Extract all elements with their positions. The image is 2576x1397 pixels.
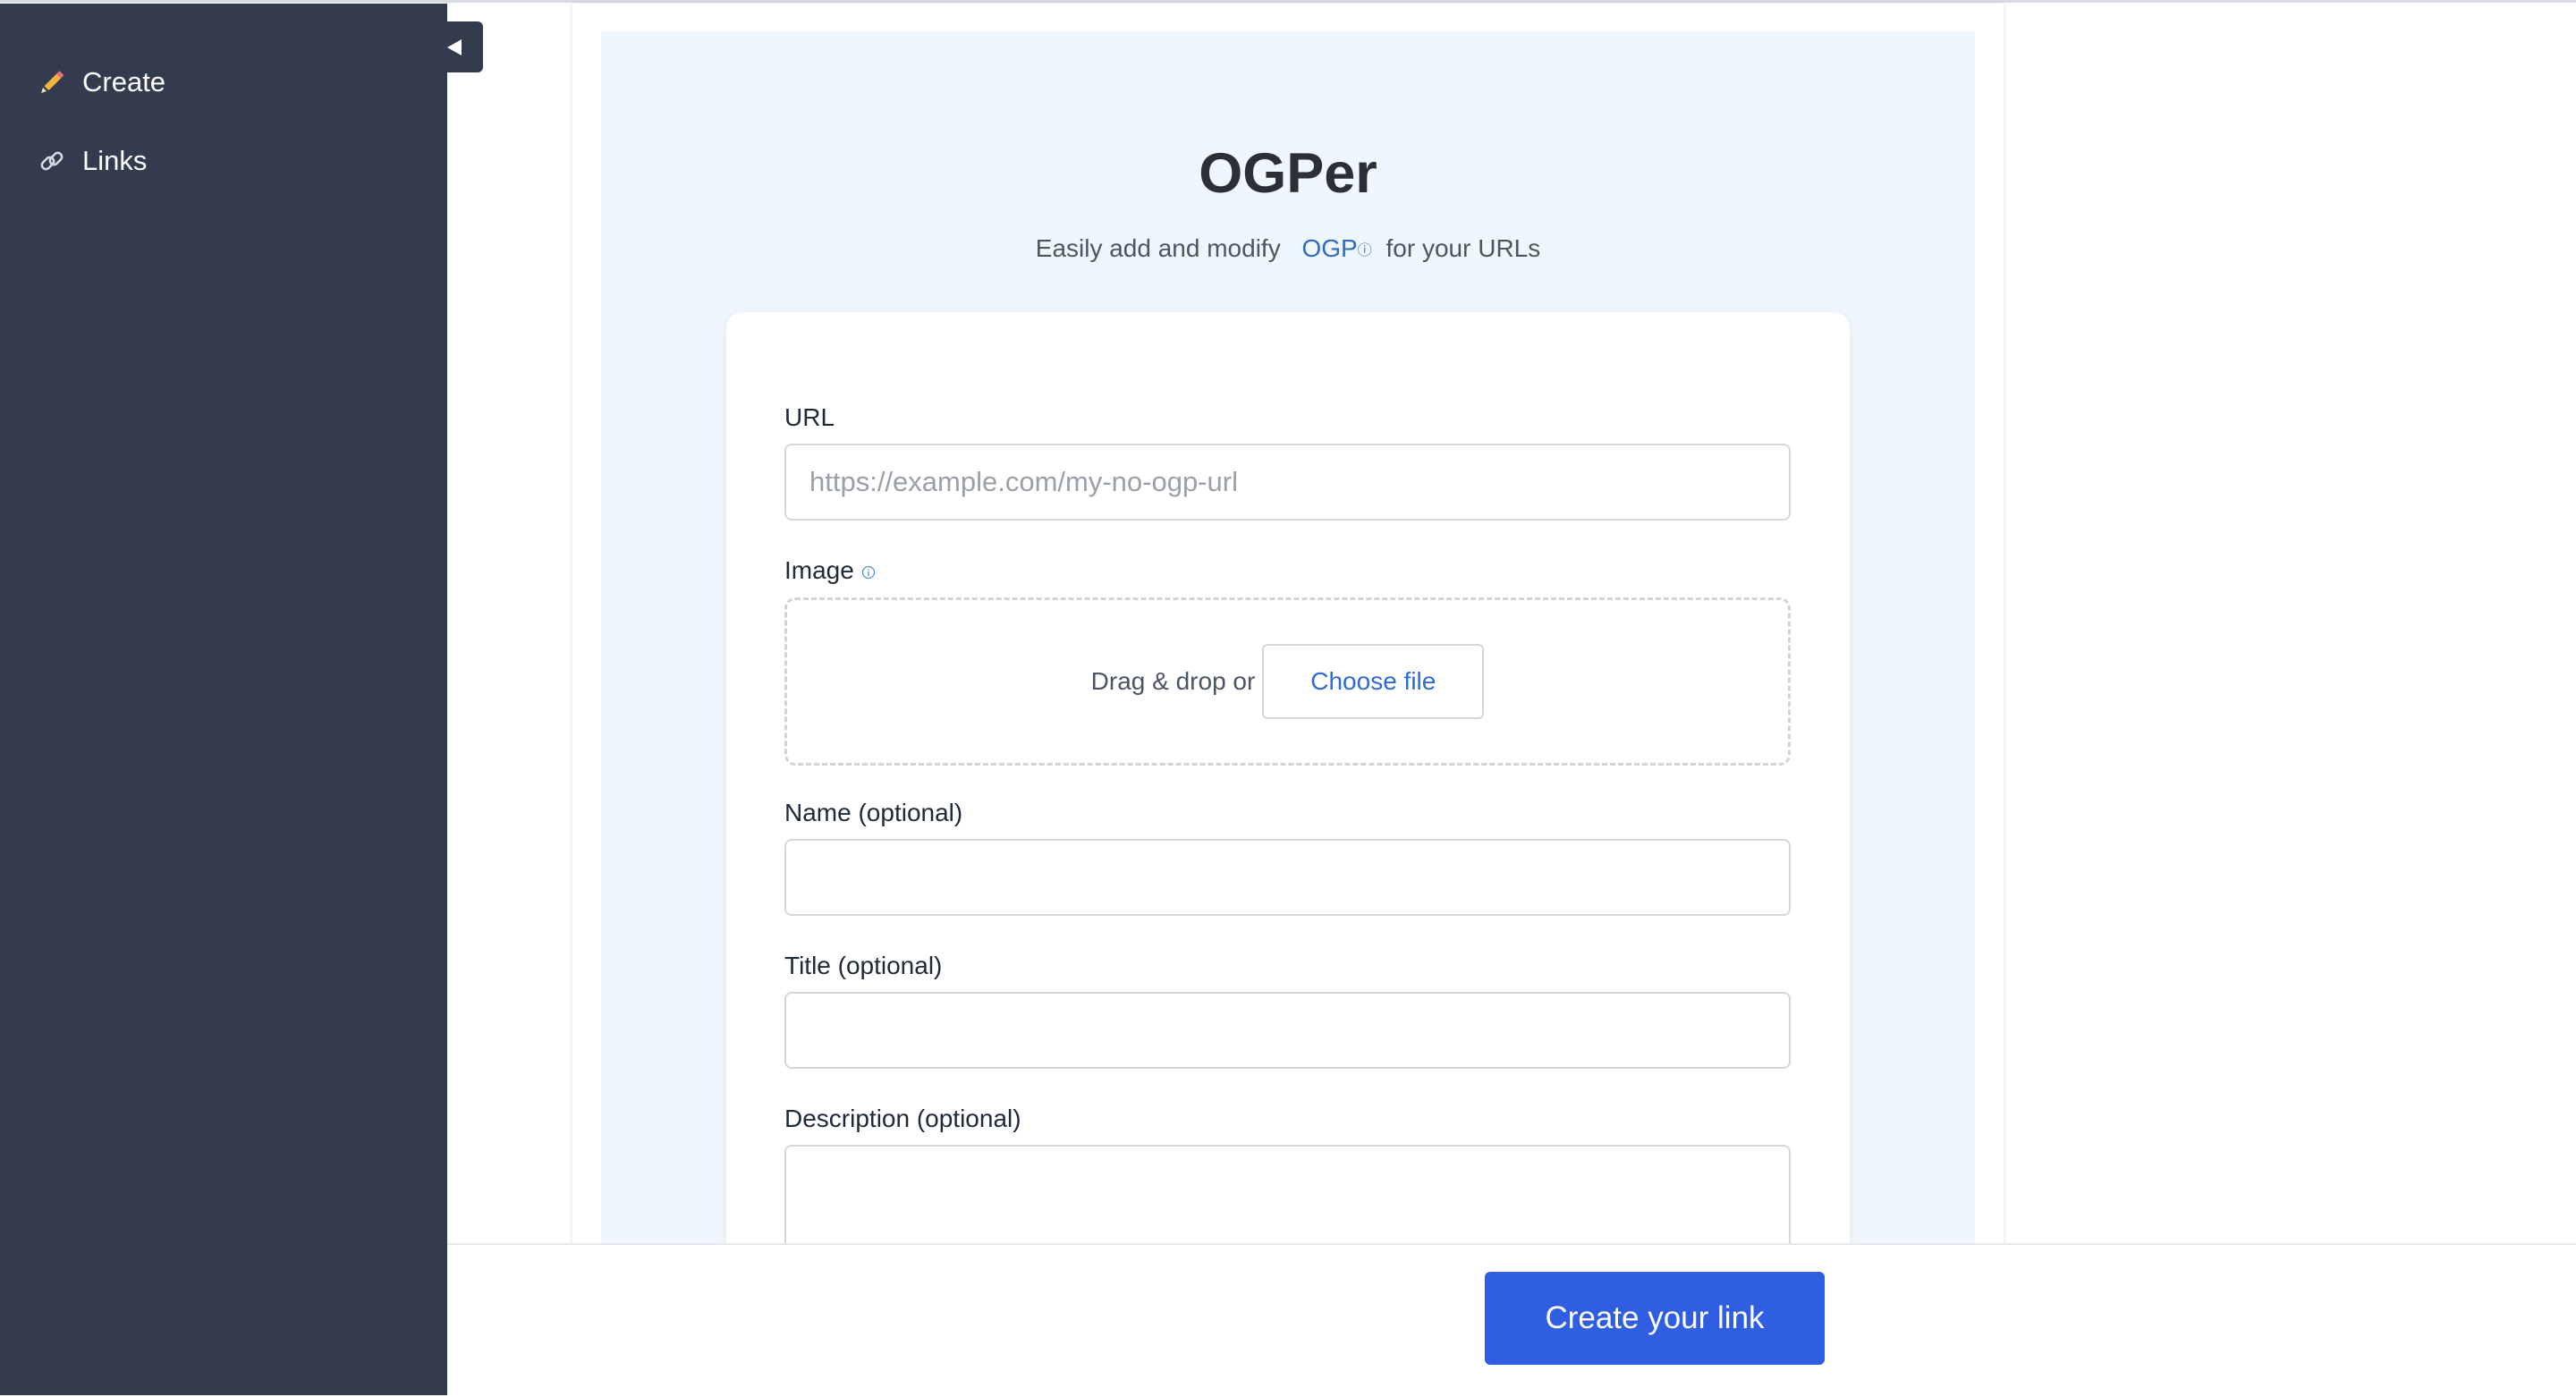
name-label: Name (optional) — [784, 799, 963, 826]
title-label: Title (optional) — [784, 952, 943, 979]
top-border — [0, 0, 2576, 3]
sidebar-item-label: Links — [82, 145, 148, 176]
sidebar-item-label: Create — [82, 66, 166, 97]
sidebar: Create Links — [0, 4, 447, 1395]
image-dropzone[interactable]: Drag & drop or Choose file — [784, 597, 1791, 766]
url-input[interactable] — [784, 444, 1791, 521]
choose-file-button[interactable]: Choose file — [1262, 644, 1485, 719]
subtitle-text: Easily add and modify — [1035, 234, 1281, 262]
page-subtitle: Easily add and modify OGPⓘ for your URLs — [601, 234, 1975, 263]
collapse-left-icon — [446, 38, 462, 55]
link-icon — [36, 145, 68, 177]
info-icon[interactable] — [861, 565, 876, 580]
sidebar-item-links[interactable]: Links — [36, 145, 147, 177]
info-icon: ⓘ — [1357, 243, 1372, 258]
pencil-icon — [36, 66, 68, 98]
page-title: OGPer — [1199, 142, 1377, 205]
create-link-button[interactable]: Create your link — [1485, 1272, 1825, 1365]
image-label: Image — [784, 556, 876, 585]
sidebar-item-create[interactable]: Create — [36, 66, 165, 98]
ogp-link[interactable]: OGPⓘ — [1301, 234, 1371, 262]
dropzone-text: Drag & drop or — [1090, 667, 1256, 695]
ogp-link-label: OGP — [1301, 234, 1358, 262]
title-input[interactable] — [784, 992, 1791, 1069]
description-label: Description (optional) — [784, 1105, 1021, 1132]
subtitle-text: for your URLs — [1385, 234, 1541, 262]
sidebar-collapse-button[interactable] — [425, 21, 483, 72]
image-label-text: Image — [784, 556, 854, 584]
name-input[interactable] — [784, 839, 1791, 916]
url-label: URL — [784, 403, 835, 431]
